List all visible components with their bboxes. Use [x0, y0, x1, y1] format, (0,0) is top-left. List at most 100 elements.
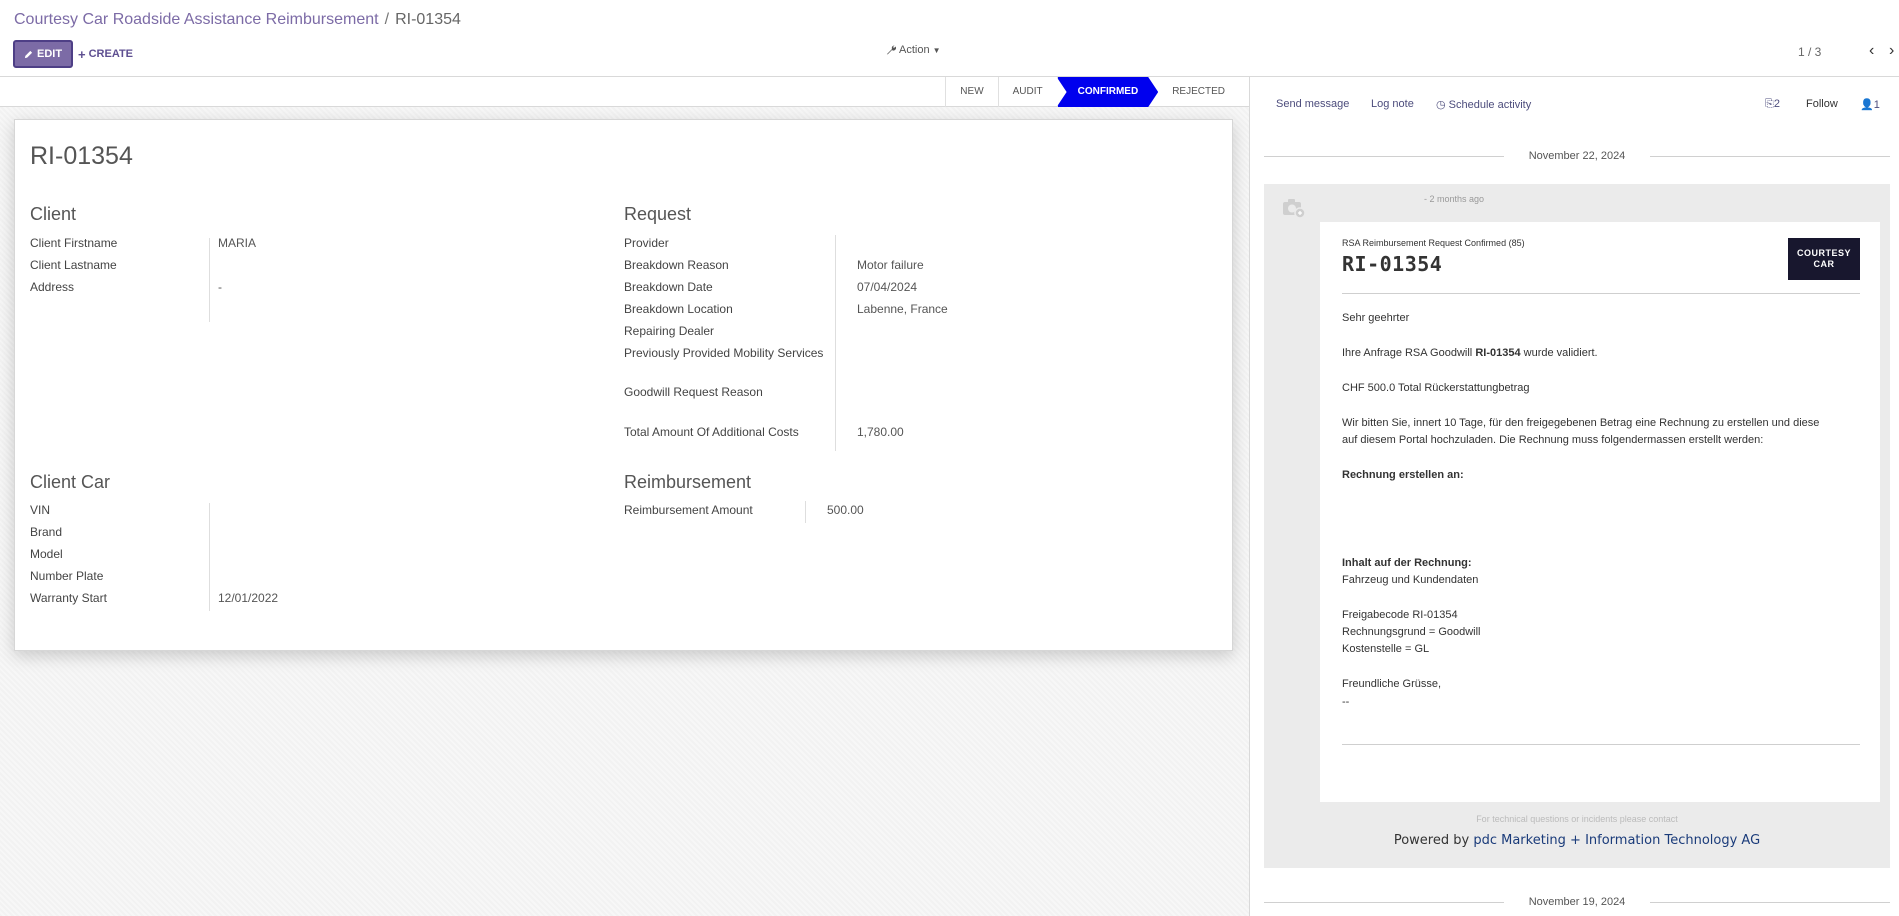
log-note-button[interactable]: Log note	[1371, 98, 1414, 110]
email-divider-bottom	[1342, 744, 1860, 745]
email-greeting: Sehr geehrter	[1342, 312, 1410, 324]
create-button[interactable]: + CREATE	[78, 40, 133, 68]
date-separator-line	[1650, 902, 1890, 903]
group-title-reimbursement: Reimbursement	[624, 472, 752, 492]
date-separator: November 22, 2024	[1264, 149, 1890, 163]
breadcrumb-current: RI-01354	[395, 11, 461, 28]
field-label-goodwill-request-reason: Goodwill Request Reason	[624, 385, 763, 399]
record-title: RI-01354	[30, 142, 133, 170]
powered-by-prefix: Powered by	[1393, 833, 1470, 848]
email-body: RSA Reimbursement Request Confirmed (85)…	[1320, 222, 1880, 802]
email-release-code: Freigabecode RI-01354	[1342, 609, 1458, 621]
email-signature-dash: --	[1342, 696, 1350, 708]
request-fields: Provider Breakdown Reason Motor failure B…	[624, 233, 1204, 444]
status-step-confirmed[interactable]: CONFIRMED	[1057, 77, 1159, 107]
field-label-repairing-dealer: Repairing Dealer	[624, 324, 715, 338]
schedule-activity-button[interactable]: ◷ Schedule activity	[1436, 98, 1531, 111]
send-message-button[interactable]: Send message	[1276, 98, 1349, 110]
email-amount-line: CHF 500.0 Total Rückerstattungbetrag	[1342, 382, 1530, 394]
status-steps: NEW AUDIT CONFIRMED REJECTED	[945, 77, 1239, 107]
field-label-breakdown-date: Breakdown Date	[624, 280, 713, 294]
create-button-label: CREATE	[88, 48, 134, 60]
status-step-rejected[interactable]: REJECTED	[1158, 77, 1239, 107]
field-label-client-firstname: Client Firstname	[30, 236, 118, 250]
email-invoice-content: Inhalt auf der Rechnung:	[1342, 557, 1472, 569]
status-step-new[interactable]: NEW	[945, 77, 997, 107]
followers-button[interactable]: 👤1	[1860, 98, 1880, 111]
chevron-right-icon[interactable]: ›	[1889, 42, 1894, 60]
form-view: NEW AUDIT CONFIRMED REJECTED RI-01354 Cl…	[0, 77, 1249, 916]
message-item: - 2 months ago RSA Reimbursement Request…	[1264, 184, 1890, 868]
email-regards: Freundliche Grüsse,	[1342, 678, 1442, 690]
field-label-provider: Provider	[624, 236, 669, 250]
plus-icon: +	[78, 46, 86, 62]
group-title-client: Client	[30, 204, 77, 224]
edit-button[interactable]: EDIT	[13, 40, 74, 68]
field-value-warranty-start: 12/01/2022	[218, 591, 279, 605]
email-request-ref: RI-01354	[1475, 347, 1521, 359]
chatter-topbar: Send message Log note ◷ Schedule activit…	[1250, 77, 1899, 117]
field-label-breakdown-location: Breakdown Location	[624, 302, 733, 316]
caret-down-icon: ▼	[932, 45, 941, 55]
client-car-fields: VIN Brand Model Number Plate Warranty St…	[30, 500, 610, 610]
email-subtitle: RSA Reimbursement Request Confirmed (85)	[1342, 238, 1525, 248]
field-label-breakdown-reason: Breakdown Reason	[624, 258, 729, 272]
chatter-panel: Send message Log note ◷ Schedule activit…	[1249, 77, 1899, 916]
field-label-number-plate: Number Plate	[30, 569, 104, 583]
status-step-audit[interactable]: AUDIT	[997, 77, 1057, 107]
powered-by-company-link[interactable]: pdc Marketing + Information Technology A…	[1473, 833, 1760, 848]
pager-value[interactable]: 1 / 3	[1798, 45, 1821, 59]
breadcrumb-parent-link[interactable]: Courtesy Car Roadside Assistance Reimbur…	[14, 11, 379, 28]
field-label-total-additional-costs: Total Amount Of Additional Costs	[624, 425, 799, 439]
field-label-client-lastname: Client Lastname	[30, 258, 117, 272]
action-dropdown[interactable]: Action ▼	[886, 44, 941, 56]
date-separator-line	[1650, 156, 1890, 157]
reimbursement-fields: Reimbursement Amount 500.00	[624, 500, 1204, 522]
field-label-vin: VIN	[30, 503, 51, 517]
client-fields: Client Firstname MARIA Client Lastname Ad…	[30, 233, 610, 299]
email-cost-center: Kostenstelle = GL	[1342, 643, 1430, 655]
wrench-icon	[886, 45, 896, 55]
field-label-brand: Brand	[30, 525, 63, 539]
email-divider-top	[1342, 293, 1860, 294]
edit-button-label: EDIT	[37, 48, 63, 60]
courtesy-car-logo: COURTESY CAR	[1788, 238, 1860, 280]
breadcrumb-separator: /	[384, 11, 390, 28]
field-value-breakdown-reason: Motor failure	[857, 258, 924, 272]
field-label-model: Model	[30, 547, 63, 561]
field-label-reimbursement-amount: Reimbursement Amount	[624, 503, 753, 517]
email-invoice-to: Rechnung erstellen an:	[1342, 469, 1464, 481]
field-value-breakdown-location: Labenne, France	[857, 302, 948, 316]
field-label-address: Address	[30, 280, 75, 294]
logo-line-2: CAR	[1813, 259, 1835, 269]
clock-icon: ◷	[1436, 99, 1446, 111]
field-value-address: -	[218, 280, 222, 294]
follow-button[interactable]: Follow	[1806, 98, 1838, 110]
control-panel: Courtesy Car Roadside Assistance Reimbur…	[0, 0, 1899, 77]
logo-line-1: COURTESY	[1796, 248, 1851, 258]
camera-icon	[1283, 199, 1306, 219]
breadcrumb: Courtesy Car Roadside Assistance Reimbur…	[14, 11, 461, 29]
followers-count: 1	[1873, 99, 1880, 111]
email-instruction-line-2: auf diesem Portal hochzuladen. Die Rechn…	[1342, 434, 1764, 446]
email-heading: RI-01354	[1342, 252, 1443, 276]
schedule-activity-label: Schedule activity	[1448, 99, 1532, 111]
email-powered-by: Powered by pdc Marketing + Information T…	[1264, 833, 1890, 848]
statusbar: NEW AUDIT CONFIRMED REJECTED	[0, 77, 1249, 107]
email-request-prefix: Ihre Anfrage RSA Goodwill	[1342, 347, 1473, 359]
form-sheet: RI-01354 Client Client Firstname MARIA Cl…	[14, 119, 1233, 651]
email-instruction-line-1: Wir bitten Sie, innert 10 Tage, für den …	[1342, 417, 1820, 429]
field-value-total-additional-costs: 1,780.00	[857, 425, 904, 439]
group-title-client-car: Client Car	[30, 472, 111, 492]
action-dropdown-label: Action	[899, 44, 930, 56]
message-timestamp: - 2 months ago	[1424, 194, 1485, 204]
field-label-warranty-start: Warranty Start	[30, 591, 107, 605]
field-label-previous-mobility-services: Previously Provided Mobility Services	[624, 346, 824, 360]
attachments-button[interactable]: ⎘2	[1765, 98, 1780, 111]
chevron-left-icon[interactable]: ‹	[1869, 42, 1874, 60]
email-invoice-reason: Rechnungsgrund = Goodwill	[1342, 626, 1481, 638]
date-separator: November 19, 2024	[1264, 895, 1890, 909]
attachments-count: 2	[1773, 98, 1780, 110]
email-request-line: Ihre Anfrage RSA Goodwill RI-01354 wurde…	[1342, 347, 1598, 359]
user-icon: 👤	[1860, 99, 1874, 111]
